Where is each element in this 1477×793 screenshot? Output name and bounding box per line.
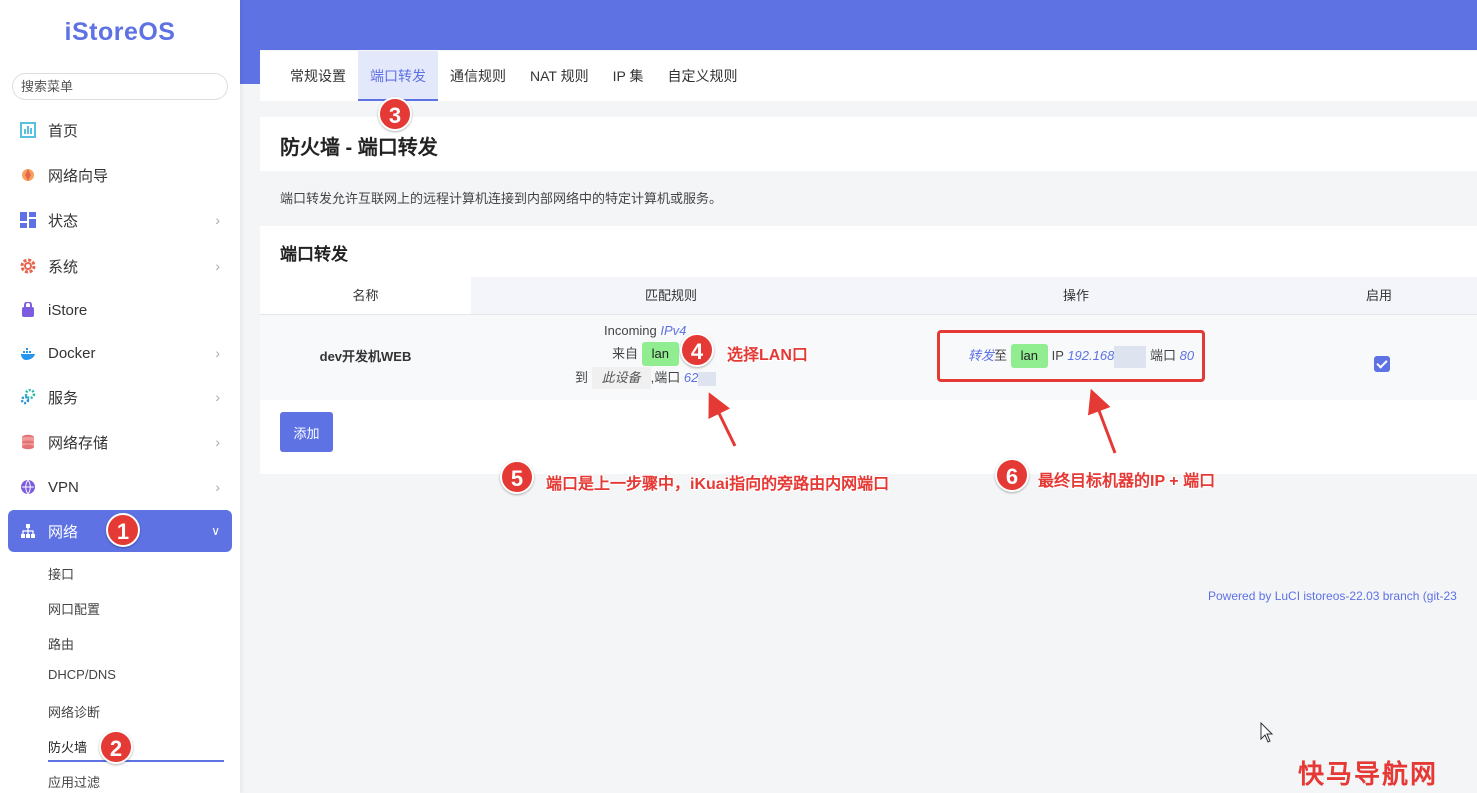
sidebar-item-istore[interactable]: iStore <box>8 290 232 330</box>
network-icon <box>20 523 36 539</box>
annotation-select-lan: 选择LAN口 <box>727 347 808 364</box>
highlight-box <box>937 330 1205 382</box>
chevron-down-icon: ∨ <box>211 524 220 538</box>
step-marker-2: 2 <box>99 730 133 764</box>
chevron-right-icon: › <box>215 434 220 450</box>
submenu-item-interfaces[interactable]: 接口 <box>48 564 74 583</box>
header-band <box>240 0 1477 50</box>
add-button[interactable]: 添加 <box>280 412 333 452</box>
services-icon <box>20 388 36 405</box>
sidebar-item-services[interactable]: 服务 › <box>8 377 232 417</box>
submenu-item-dhcp-dns[interactable]: DHCP/DNS <box>48 667 116 682</box>
device-badge: 此设备 <box>591 367 651 389</box>
tab-traffic-rules[interactable]: 通信规则 <box>438 51 518 101</box>
sidebar-item-label: 网络 <box>48 523 79 541</box>
annotation-port-note: 端口是上一步骤中，iKuai指向的旁路由内网端口 <box>546 476 890 493</box>
title-card: 防火墙 - 端口转发 <box>260 117 1477 171</box>
match-incoming: Incoming IPv4 <box>604 323 686 338</box>
sidebar-item-wizard[interactable]: 网络向导 <box>8 155 232 195</box>
sidebar-item-label: 服务 <box>48 389 79 407</box>
match-from: 来自 lan <box>612 342 679 366</box>
submenu-item-firewall[interactable]: 防火墙 <box>48 737 87 756</box>
zone-badge: lan <box>641 342 679 366</box>
sidebar-item-label: iStore <box>48 301 88 319</box>
gear-icon <box>20 258 36 274</box>
page-title: 防火墙 - 端口转发 <box>280 137 438 159</box>
column-header-match: 匹配规则 <box>471 277 871 315</box>
chevron-right-icon: › <box>215 389 220 405</box>
storage-icon <box>20 434 36 450</box>
step-marker-4: 4 <box>680 333 714 367</box>
sidebar: iStoreOS 首页 网络向导 状态 › 系统 › iStore Docker… <box>0 0 240 793</box>
wizard-icon <box>20 167 36 183</box>
match-family: IPv4 <box>660 323 687 338</box>
chevron-right-icon: › <box>215 258 220 274</box>
sidebar-item-label: 系统 <box>48 258 79 276</box>
store-icon <box>20 301 36 318</box>
sidebar-item-system[interactable]: 系统 › <box>8 246 232 286</box>
footer: Powered by LuCI istoreos-22.03 branch (g… <box>1208 589 1457 603</box>
match-incoming-label: Incoming <box>604 323 657 338</box>
submenu-item-app-filter[interactable]: 应用过滤 <box>48 772 100 791</box>
mouse-cursor-icon <box>1260 721 1274 747</box>
active-indicator <box>48 760 224 762</box>
status-icon <box>20 212 36 228</box>
sidebar-item-label: 网络向导 <box>48 167 109 185</box>
match-from-label: 来自 <box>612 346 639 361</box>
sidebar-item-label: 网络存储 <box>48 434 109 452</box>
tab-custom-rules[interactable]: 自定义规则 <box>655 51 749 101</box>
match-to: 到 此设备 ,端口 62 <box>575 367 717 389</box>
annotation-target-note: 最终目标机器的IP + 端口 <box>1038 473 1216 490</box>
vpn-icon <box>20 479 36 495</box>
page-description: 端口转发允许互联网上的远程计算机连接到内部网络中的特定计算机或服务。 <box>280 191 723 206</box>
port-forward-section: 端口转发 名称 匹配规则 操作 启用 dev开发机WEB Incoming IP… <box>260 226 1477 474</box>
docker-icon <box>20 345 36 361</box>
tab-general[interactable]: 常规设置 <box>278 51 358 101</box>
sidebar-item-label: 状态 <box>48 212 79 230</box>
sidebar-item-label: 首页 <box>48 122 79 140</box>
submenu-item-diagnostics[interactable]: 网络诊断 <box>48 702 100 721</box>
submenu-item-port-config[interactable]: 网口配置 <box>48 599 100 618</box>
column-header-enabled: 启用 <box>1281 277 1477 315</box>
chevron-right-icon: › <box>215 345 220 361</box>
tab-ip-sets[interactable]: IP 集 <box>601 51 656 101</box>
dashboard-icon <box>20 122 36 138</box>
sidebar-item-label: VPN <box>48 478 79 496</box>
step-marker-6: 6 <box>995 458 1029 492</box>
logo: iStoreOS <box>64 18 176 46</box>
match-to-label: 到 <box>575 370 589 385</box>
tab-port-forward[interactable]: 端口转发 <box>358 51 438 101</box>
chevron-right-icon: › <box>215 212 220 228</box>
match-port-label: ,端口 <box>650 370 681 385</box>
enabled-checkbox[interactable] <box>1374 356 1390 372</box>
step-marker-5: 5 <box>500 460 534 494</box>
search-input[interactable] <box>12 73 228 100</box>
step-marker-1: 1 <box>106 513 140 547</box>
submenu-item-routes[interactable]: 路由 <box>48 634 74 653</box>
sidebar-item-storage[interactable]: 网络存储 › <box>8 422 232 462</box>
section-title: 端口转发 <box>280 245 348 264</box>
redacted-block <box>698 371 717 386</box>
sidebar-item-home[interactable]: 首页 <box>8 110 232 150</box>
tab-nat-rules[interactable]: NAT 规则 <box>518 51 601 101</box>
sidebar-item-status[interactable]: 状态 › <box>8 200 232 240</box>
sidebar-item-label: Docker <box>48 344 96 362</box>
rule-name: dev开发机WEB <box>319 349 412 364</box>
tab-bar: 常规设置 端口转发 通信规则 NAT 规则 IP 集 自定义规则 <box>260 51 1477 101</box>
sidebar-item-docker[interactable]: Docker › <box>8 333 232 373</box>
chevron-right-icon: › <box>215 479 220 495</box>
match-port: 62 <box>683 370 699 385</box>
column-header-action: 操作 <box>871 277 1281 315</box>
watermark: 快马导航网 <box>1298 759 1439 789</box>
column-header-name: 名称 <box>352 288 379 303</box>
step-marker-3: 3 <box>378 97 412 131</box>
sidebar-item-vpn[interactable]: VPN › <box>8 467 232 507</box>
header-band-edge <box>240 50 260 84</box>
